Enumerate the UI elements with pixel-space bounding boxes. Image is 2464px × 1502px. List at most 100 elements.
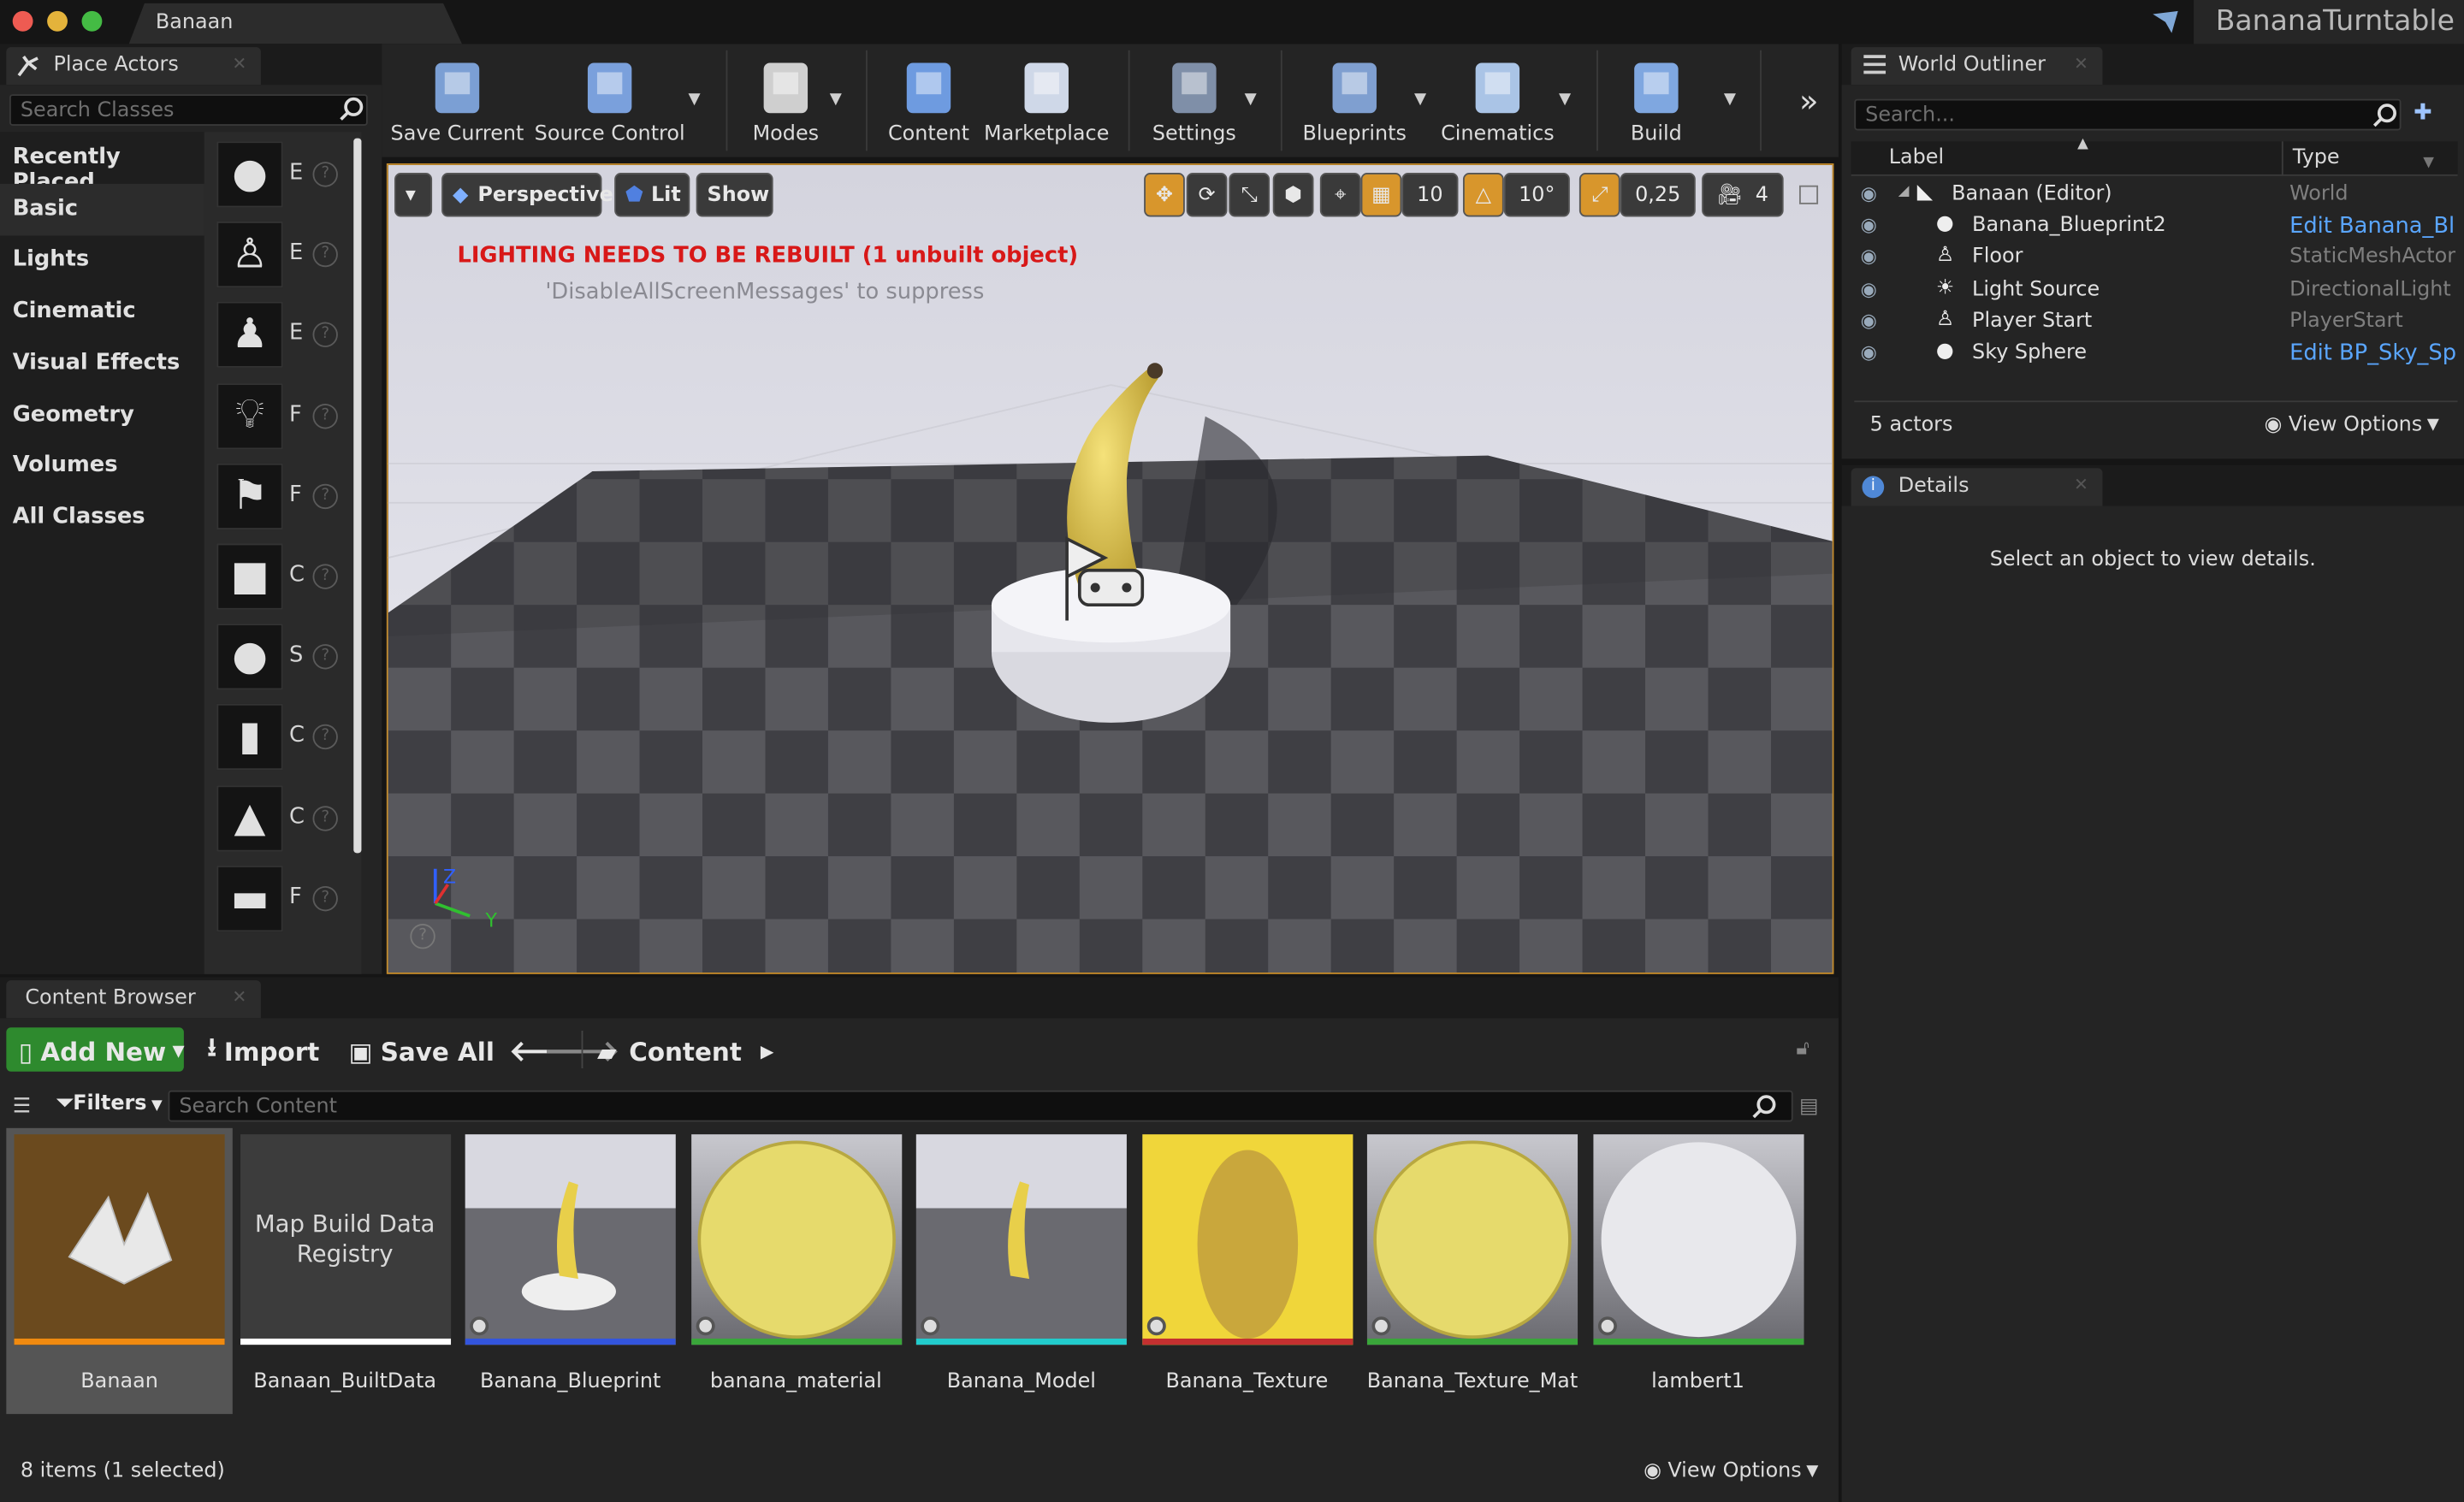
source-control-button[interactable]: Source Control — [534, 50, 685, 151]
cinematics-button[interactable]: Cinematics — [1436, 50, 1559, 151]
world-local-icon[interactable]: ⬢ — [1272, 173, 1314, 217]
scale-tool-icon[interactable]: ⤡ — [1229, 173, 1270, 217]
search-content-input[interactable]: Search Content — [168, 1090, 1793, 1122]
grid-snap-value[interactable]: 10 — [1401, 173, 1459, 217]
path-content[interactable]: ▰ Content ▶ — [597, 1029, 774, 1073]
actor-item[interactable]: ■ — [216, 543, 283, 610]
camera-speed-button[interactable]: 🎥︎ 4 — [1702, 173, 1784, 217]
help-icon[interactable]: ? — [312, 483, 338, 509]
close-tab-icon[interactable]: ✕ — [232, 53, 246, 74]
edit-blueprint-link[interactable]: Edit BP_Sky_Sp — [2289, 341, 2456, 366]
help-icon[interactable]: ? — [312, 805, 338, 831]
rotation-snap-icon[interactable]: △ — [1462, 173, 1504, 217]
actor-item[interactable]: ▮ — [216, 704, 283, 771]
translate-tool-icon[interactable]: ✥ — [1144, 173, 1185, 217]
help-icon[interactable]: ? — [410, 924, 435, 949]
outliner-row[interactable]: ◉ ♙ Floor StaticMeshActor — [1851, 243, 2458, 275]
category-visual-effects[interactable]: Visual Effects — [0, 338, 204, 390]
category-geometry[interactable]: Geometry — [0, 389, 204, 441]
close-window-button[interactable] — [12, 10, 33, 32]
actor-item[interactable]: ● — [216, 624, 283, 690]
lock-icon[interactable]: 🔓︎ — [1796, 1037, 1809, 1061]
outliner-add-icon[interactable]: ✚ — [2414, 101, 2432, 126]
chevron-down-icon[interactable]: ▼ — [1724, 92, 1736, 109]
edit-blueprint-link[interactable]: Edit Banana_Bl — [2289, 214, 2455, 239]
visibility-eye-icon[interactable]: ◉ — [1861, 341, 1877, 364]
search-classes-input[interactable]: Search Classes — [9, 94, 368, 126]
outliner-row[interactable]: ◉ ◣ ◢ Banaan (Editor) World — [1851, 179, 2458, 210]
actor-item[interactable]: ♟ — [216, 302, 283, 369]
asset-tile[interactable] — [465, 1134, 676, 1345]
category-volumes[interactable]: Volumes — [0, 441, 204, 493]
filters-button[interactable]: ⏷Filters ▼ — [56, 1092, 163, 1116]
tab-place-actors[interactable]: Place Actors ✕ — [6, 47, 261, 86]
category-recently-placed[interactable]: Recently Placed — [0, 132, 204, 195]
actor-item[interactable]: 💡︎ — [216, 382, 283, 449]
chevron-down-icon[interactable]: ▼ — [688, 92, 700, 109]
asset-tile[interactable] — [690, 1134, 902, 1345]
help-icon[interactable]: ? — [312, 885, 338, 911]
category-all-classes[interactable]: All Classes — [0, 492, 204, 544]
chevron-down-icon[interactable]: ▼ — [1245, 92, 1257, 109]
column-type-header[interactable]: Type — [2293, 146, 2340, 170]
actor-item[interactable]: ▬ — [216, 865, 283, 931]
maximize-window-button[interactable] — [81, 10, 103, 32]
save-current-button[interactable]: Save Current — [391, 50, 524, 151]
visibility-eye-icon[interactable]: ◉ — [1861, 245, 1877, 268]
category-lights[interactable]: Lights — [0, 234, 204, 287]
actor-item[interactable]: ▲ — [216, 784, 283, 851]
outliner-row[interactable]: ◉ ♙ Player Start PlayerStart — [1851, 306, 2458, 338]
show-button[interactable]: Show — [696, 173, 773, 217]
close-tab-icon[interactable]: ✕ — [2074, 53, 2088, 74]
save-all-button[interactable]: ▣ Save All — [349, 1029, 495, 1073]
tab-world-outliner[interactable]: World Outliner ✕ — [1851, 47, 2103, 86]
toolbar-overflow-icon[interactable]: » — [1799, 82, 1818, 120]
settings-button[interactable]: Settings — [1147, 50, 1241, 151]
grid-snap-icon[interactable]: ▦ — [1360, 173, 1402, 217]
content-button[interactable]: Content — [885, 50, 973, 151]
rotation-snap-value[interactable]: 10° — [1503, 173, 1570, 217]
place-actors-scrollbar[interactable] — [353, 138, 362, 854]
blueprints-button[interactable]: Blueprints — [1298, 50, 1411, 151]
perspective-button[interactable]: ◆ Perspective — [441, 173, 613, 217]
chevron-down-icon[interactable]: ▼ — [1414, 92, 1426, 109]
visibility-eye-icon[interactable]: ◉ — [1861, 214, 1877, 236]
asset-tile[interactable] — [14, 1134, 225, 1345]
lit-button[interactable]: ⬟ Lit — [614, 173, 690, 217]
marketplace-button[interactable]: Marketplace — [984, 50, 1110, 151]
surface-snap-icon[interactable]: ⌖ — [1319, 173, 1361, 217]
outliner-row[interactable]: ◉ ☀ Light Source DirectionalLight — [1851, 275, 2458, 306]
sources-toggle-icon[interactable]: ☰ — [13, 1095, 31, 1119]
chevron-down-icon[interactable]: ▼ — [830, 92, 842, 109]
help-icon[interactable]: ? — [312, 564, 338, 589]
tab-details[interactable]: i Details ✕ — [1851, 468, 2103, 506]
column-options-icon[interactable]: ▼ — [2423, 156, 2434, 171]
actor-item[interactable]: ⚑ — [216, 463, 283, 529]
visibility-eye-icon[interactable]: ◉ — [1861, 182, 1877, 204]
build-button[interactable]: Build — [1619, 50, 1694, 151]
asset-tile[interactable] — [1141, 1134, 1353, 1345]
outliner-row[interactable]: ◉ ● Sky Sphere Edit BP_Sky_Sp — [1851, 338, 2458, 370]
outliner-row[interactable]: ◉ ● Banana_Blueprint2 Edit Banana_Bl — [1851, 210, 2458, 242]
close-tab-icon[interactable]: ✕ — [2074, 475, 2088, 495]
asset-tile[interactable] — [915, 1134, 1127, 1345]
content-view-options[interactable]: ◉ View Options ▼ — [1644, 1459, 1818, 1483]
minimize-window-button[interactable] — [47, 10, 68, 32]
actor-item[interactable]: ● — [216, 141, 283, 208]
expand-arrow-icon[interactable]: ◢ — [1898, 184, 1910, 199]
tab-content-browser[interactable]: Content Browser ✕ — [6, 980, 261, 1019]
save-search-icon[interactable]: ▤ — [1799, 1095, 1819, 1119]
viewport-options-button[interactable]: ▾ — [394, 173, 433, 217]
level-viewport[interactable]: LIGHTING NEEDS TO BE REBUILT (1 unbuilt … — [386, 163, 1834, 974]
import-button[interactable]: ⭳ Import — [207, 1029, 319, 1073]
rotate-tool-icon[interactable]: ⟳ — [1186, 173, 1228, 217]
column-label-header[interactable]: Label — [1889, 146, 1944, 170]
visibility-eye-icon[interactable]: ◉ — [1861, 277, 1877, 299]
category-cinematic[interactable]: Cinematic — [0, 286, 204, 338]
chevron-down-icon[interactable]: ▼ — [1559, 92, 1571, 109]
help-icon[interactable]: ? — [312, 403, 338, 429]
modes-button[interactable]: Modes — [738, 50, 832, 151]
level-tab[interactable]: Banaan — [128, 3, 462, 44]
category-basic[interactable]: Basic — [0, 183, 204, 235]
outliner-view-options[interactable]: ◉ View Options ▼ — [2265, 413, 2439, 437]
